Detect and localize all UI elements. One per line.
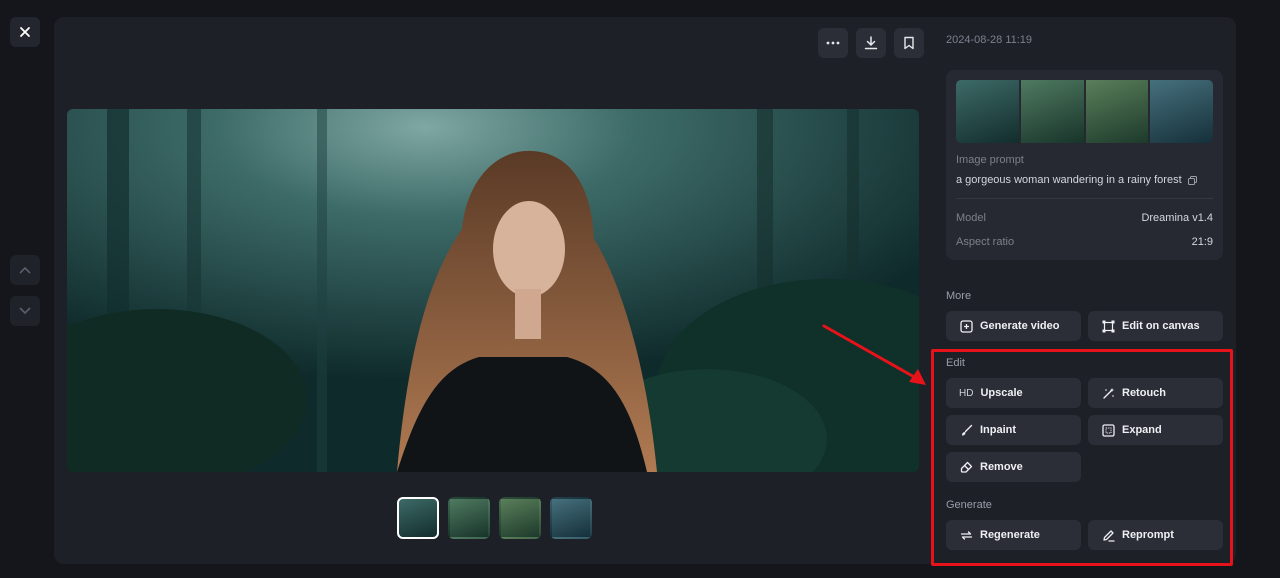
generate-video-button[interactable]: Generate video — [946, 311, 1081, 341]
prompt-value: a gorgeous woman wandering in a rainy fo… — [956, 174, 1182, 186]
annotation-highlight-box — [931, 349, 1233, 566]
strip-thumbnail[interactable] — [1085, 80, 1149, 143]
more-options-button[interactable] — [818, 28, 848, 58]
thumbnail[interactable] — [397, 497, 439, 539]
strip-thumbnail[interactable] — [1150, 80, 1213, 143]
aspect-ratio-label: Aspect ratio — [956, 236, 1015, 248]
model-value: Dreamina v1.4 — [1141, 212, 1213, 224]
edit-on-canvas-button[interactable]: Edit on canvas — [1088, 311, 1223, 341]
prompt-text: a gorgeous woman wandering in a rainy fo… — [956, 174, 1197, 186]
previous-image-button[interactable] — [10, 255, 40, 285]
bookmark-button[interactable] — [894, 28, 924, 58]
main-image — [67, 109, 919, 472]
strip-thumbnail[interactable] — [956, 80, 1019, 143]
aspect-ratio-row: Aspect ratio 21:9 — [956, 236, 1213, 248]
timestamp: 2024-08-28 11:19 — [946, 34, 1033, 46]
close-button[interactable] — [10, 17, 40, 47]
image-info-card: Image prompt a gorgeous woman wandering … — [946, 70, 1223, 260]
more-section-label: More — [946, 290, 972, 302]
strip-thumbnail[interactable] — [1020, 80, 1084, 143]
ellipsis-icon — [826, 41, 840, 45]
aspect-ratio-value: 21:9 — [1191, 236, 1213, 248]
download-icon — [864, 36, 878, 50]
edit-on-canvas-label: Edit on canvas — [1122, 320, 1200, 332]
variant-strip[interactable] — [956, 80, 1213, 143]
next-image-button[interactable] — [10, 296, 40, 326]
model-label: Model — [956, 212, 986, 224]
image-toolbar — [818, 28, 924, 58]
generate-video-label: Generate video — [980, 320, 1060, 332]
bookmark-icon — [904, 36, 914, 50]
prompt-label: Image prompt — [956, 154, 1024, 166]
video-plus-icon — [959, 319, 973, 333]
model-row: Model Dreamina v1.4 — [956, 212, 1213, 224]
download-button[interactable] — [856, 28, 886, 58]
copy-icon[interactable] — [1187, 175, 1197, 185]
close-icon — [20, 27, 30, 37]
annotation-arrow — [822, 324, 926, 385]
variant-thumbnails — [397, 497, 592, 539]
canvas-icon — [1101, 319, 1115, 333]
thumbnail[interactable] — [550, 497, 592, 539]
thumbnail[interactable] — [448, 497, 490, 539]
chevron-down-icon — [19, 307, 31, 315]
chevron-up-icon — [19, 266, 31, 274]
thumbnail[interactable] — [499, 497, 541, 539]
divider — [956, 198, 1213, 199]
